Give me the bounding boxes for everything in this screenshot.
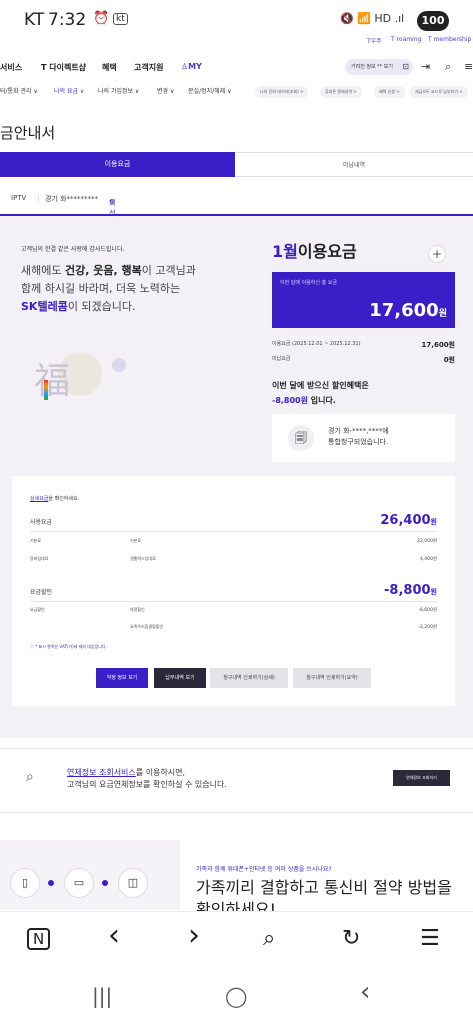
subnav-item-lost[interactable]: 분실/정지/해제 ∨ (188, 86, 231, 95)
kt-badge: kt (113, 13, 128, 25)
chip-remaining-data[interactable]: 나의 잔여 데이터(조회) > (255, 86, 309, 98)
contract-info-button[interactable]: 약정 정보 보기 (96, 668, 148, 688)
top-link-universe[interactable]: T우주 (367, 36, 382, 45)
connector-dot (102, 880, 108, 886)
forward-icon[interactable]: › (188, 918, 200, 953)
nav-item-my[interactable]: ♙MY (181, 62, 202, 71)
print-summary-button[interactable]: 청구내역 인쇄하기(요약) (293, 668, 371, 688)
promo-title[interactable]: 가족끼리 결합하고 통신비 절약 방법을 확인하세요! (196, 877, 456, 911)
chip-benefit[interactable]: 혜택 신청 > (374, 86, 405, 98)
expand-button[interactable]: + (428, 245, 446, 263)
greeting-message: 새해에도 건강, 웃음, 행복이 고객님과 함께 하시길 바라며, 더욱 노력하… (21, 264, 196, 313)
top-link-roaming[interactable]: T roaming (391, 36, 421, 43)
search-document-icon: ⌕ (26, 769, 34, 785)
fee-detail-card: 상세요금을 확인하세요. 사용요금 26,400원 기본료 기본료 22,000원 … (12, 476, 455, 706)
unpaid-fee-row: 미납요금 0원 (272, 356, 455, 364)
system-nav-bar: ||| ◯ ‹ (0, 969, 473, 1024)
refresh-icon[interactable]: ↻ (342, 926, 360, 951)
tab-unpaid[interactable]: 미납내역 (235, 152, 473, 177)
separator: | (37, 194, 40, 202)
clock: 7:32 (48, 10, 87, 30)
menu-icon[interactable]: ≡ (464, 60, 473, 73)
menu-icon[interactable]: ☰ (420, 926, 440, 951)
fortune-ribbon (44, 380, 48, 400)
home-icon[interactable]: ◯ (225, 984, 247, 1008)
decorative-dot (112, 358, 126, 372)
chip-pay-code[interactable]: 세금모두 코드로 납부하기 > (410, 86, 468, 98)
divider (0, 748, 473, 749)
chip-payment-history[interactable]: 휴대폰 결제내역 > (320, 86, 362, 98)
overdue-info: 연체정보 조회서비스를 이용하시면, 고객님의 요금연체정보를 확인하실 수 있… (67, 768, 227, 789)
discount-header: 요금할인 -8,800원 (30, 583, 437, 598)
subnav-item-subscription[interactable]: 나의 가입정보 ∨ (98, 86, 139, 95)
save-icon: ⊡ (402, 62, 409, 71)
overdue-check-button[interactable]: 연체정보 조회하기 (393, 770, 450, 786)
carrier-label: KT (24, 10, 45, 30)
phone-icon: ▯ (10, 868, 40, 898)
browser-toolbar: N ‹ › ⌕ ↻ ☰ (0, 911, 473, 969)
nav-item-support[interactable]: 고객지원 (134, 62, 163, 73)
logout-icon[interactable]: ⇥ (421, 60, 430, 73)
divider (30, 601, 437, 602)
total-amount: 17,600원 (369, 300, 447, 321)
nav-item-direct-shop[interactable]: T 다이렉트샵 (41, 62, 86, 73)
payment-history-button[interactable]: 납부내역 보기 (154, 668, 206, 688)
document-icon: 🗐 (288, 425, 314, 451)
nav-item-service[interactable]: 서비스 (0, 62, 22, 73)
table-row: 요금할인 약정할인 -6,600원 (30, 607, 437, 613)
back-nav-icon[interactable]: ‹ (360, 977, 370, 1007)
subnav-item-change[interactable]: 변경 ∨ (157, 86, 174, 95)
page-title: 금안내서 (0, 124, 56, 142)
home-n-icon[interactable]: N (27, 928, 51, 950)
hidden-info-toggle[interactable]: 가려진 정보 ** 보기 ⊡ (345, 59, 413, 75)
address-label: 경기 화********* (45, 195, 99, 203)
product-label: IPTV (11, 194, 27, 202)
search-icon[interactable]: ⌕ (445, 60, 451, 74)
recent-apps-icon[interactable]: ||| (92, 984, 112, 1008)
divider (30, 531, 437, 532)
tv-icon: ▭ (64, 868, 94, 898)
back-icon[interactable]: ‹ (108, 918, 120, 953)
usage-fee-row: 이용요금 (2025.12.01 ~ 2025.12.31) 17,600원 (272, 341, 455, 349)
detail-hint: 상세요금을 확인하세요. (30, 496, 80, 502)
line-info: IPTV | 경기 화********* ⚙ 회선변경 (0, 190, 473, 237)
discount-summary: 이번 달에 받으신 할인혜택은 -8,800원 입니다. (272, 381, 369, 405)
total-fee-box: 이번 달에 이용하신 총 요금 17,600원 (272, 272, 455, 328)
search-icon[interactable]: ⌕ (263, 926, 275, 951)
table-row: 기본료 기본료 22,000원 (30, 538, 437, 544)
tab-usage-fee[interactable]: 이용요금 (0, 152, 235, 177)
top-link-membership[interactable]: T membership (428, 36, 471, 43)
nav-item-benefit[interactable]: 혜택 (102, 62, 117, 73)
usage-fee-header: 사용요금 26,400원 (30, 513, 437, 528)
battery-indicator: 100 (417, 11, 449, 31)
total-label: 이번 달에 이용하신 총 요금 (280, 280, 337, 286)
subnav-item-my-fee[interactable]: 나의 요금 ∨ (54, 86, 84, 95)
divider (0, 812, 473, 813)
table-row: 장비임대료 셋톱박스임대료 4,400원 (30, 556, 437, 562)
vat-note: ⓘ * 표시 항목은 VAT(가)세 제외 대상입니다. (30, 644, 107, 649)
merged-billing-notice: 🗐 경기 화-****,****에 통합청구되었습니다. (272, 414, 455, 462)
signal-icons: 🔇 📶 HD .ıl (340, 12, 405, 25)
print-detail-button[interactable]: 청구내역 인쇄하기(상세) (210, 668, 288, 688)
connector-dot (48, 880, 54, 886)
bill-title: 1월이용요금 (272, 242, 357, 261)
promo-subtitle: 가족과 함께 휴대폰+인터넷 등 여러 상품을 쓰시나요? (196, 866, 332, 873)
greeting-small: 고객님의 한결 같은 사랑에 감사드립니다. (21, 246, 125, 253)
fortune-character: 福 (34, 361, 71, 402)
alarm-icon: ⏰ (93, 11, 110, 26)
tablet-icon: ◫ (118, 868, 148, 898)
subnav-item-data[interactable]: 터/통화 관리 ∨ (0, 86, 38, 95)
info-icon: ⓘ (30, 644, 34, 649)
